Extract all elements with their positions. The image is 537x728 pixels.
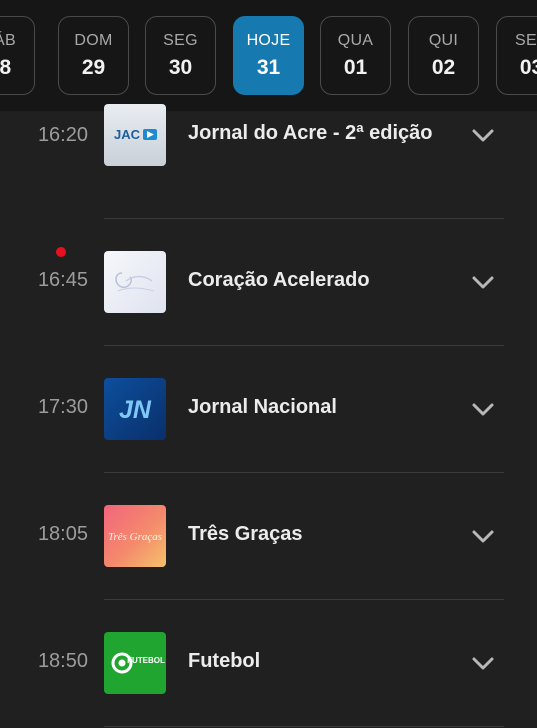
- day-number: 28: [0, 55, 12, 79]
- program-row[interactable]: 17:30 JN Jornal Nacional: [0, 346, 537, 473]
- thumb-text: JAC: [114, 127, 141, 142]
- day-of-week: SEX: [515, 31, 537, 49]
- thumb-text: FUTEBOL: [127, 656, 165, 665]
- thumb-text: JN: [119, 396, 152, 424]
- jac-logo-icon: JAC: [104, 104, 166, 166]
- thumb-text: Três Graças: [108, 531, 162, 543]
- program-title: Jornal do Acre - 2ª edição: [188, 122, 433, 144]
- program-time: 17:30: [37, 396, 88, 418]
- program-row[interactable]: 16:20 JAC Jornal do Acre - 2ª edição: [0, 92, 537, 219]
- program-time: 16:20: [37, 124, 88, 146]
- program-time: 18:50: [37, 650, 88, 672]
- day-tab-sex[interactable]: SEX 03: [496, 16, 537, 95]
- chevron-down-icon[interactable]: [470, 122, 496, 148]
- coracao-acelerado-logo-icon: [104, 251, 166, 313]
- day-tab-dom[interactable]: DOM 29: [58, 16, 129, 95]
- chevron-down-icon[interactable]: [470, 396, 496, 422]
- day-tab-qua[interactable]: QUA 01: [320, 16, 391, 95]
- program-time: 16:45: [37, 269, 88, 291]
- day-of-week: HOJE: [246, 31, 291, 49]
- divider: [104, 726, 504, 727]
- day-number: 01: [343, 55, 368, 79]
- program-time: 18:05: [37, 523, 88, 545]
- program-title: Futebol: [188, 650, 261, 672]
- chevron-down-icon[interactable]: [470, 650, 496, 676]
- futebol-logo-icon: FUTEBOL: [104, 632, 166, 694]
- day-of-week: SEG: [163, 31, 198, 49]
- day-number: 31: [256, 55, 281, 79]
- chevron-down-icon[interactable]: [470, 269, 496, 295]
- day-tab-seg[interactable]: SEG 30: [145, 16, 216, 95]
- tres-gracas-logo-icon: Três Graças: [104, 505, 166, 567]
- program-row[interactable]: 18:50 FUTEBOL Futebol: [0, 600, 537, 727]
- day-tab-hoje[interactable]: HOJE 31: [233, 16, 304, 95]
- program-row[interactable]: 18:05 Três Graças Três Graças: [0, 473, 537, 600]
- live-indicator-icon: [56, 247, 66, 257]
- jn-logo-icon: JN: [104, 378, 166, 440]
- program-title: Jornal Nacional: [188, 396, 337, 418]
- program-title: Três Graças: [188, 523, 303, 545]
- day-number: 30: [168, 55, 193, 79]
- day-number: 02: [431, 55, 456, 79]
- chevron-down-icon[interactable]: [470, 523, 496, 549]
- day-of-week: QUI: [428, 31, 459, 49]
- day-number: 29: [81, 55, 106, 79]
- day-of-week: DOM: [74, 31, 113, 49]
- day-tab-sab[interactable]: SÁB 28: [0, 16, 35, 95]
- program-title: Coração Acelerado: [188, 269, 370, 291]
- program-row[interactable]: 16:45 Coração Acelerado: [0, 219, 537, 346]
- day-of-week: QUA: [337, 31, 374, 49]
- day-of-week: SÁB: [0, 31, 16, 49]
- day-tab-qui[interactable]: QUI 02: [408, 16, 479, 95]
- day-number: 03: [519, 55, 537, 79]
